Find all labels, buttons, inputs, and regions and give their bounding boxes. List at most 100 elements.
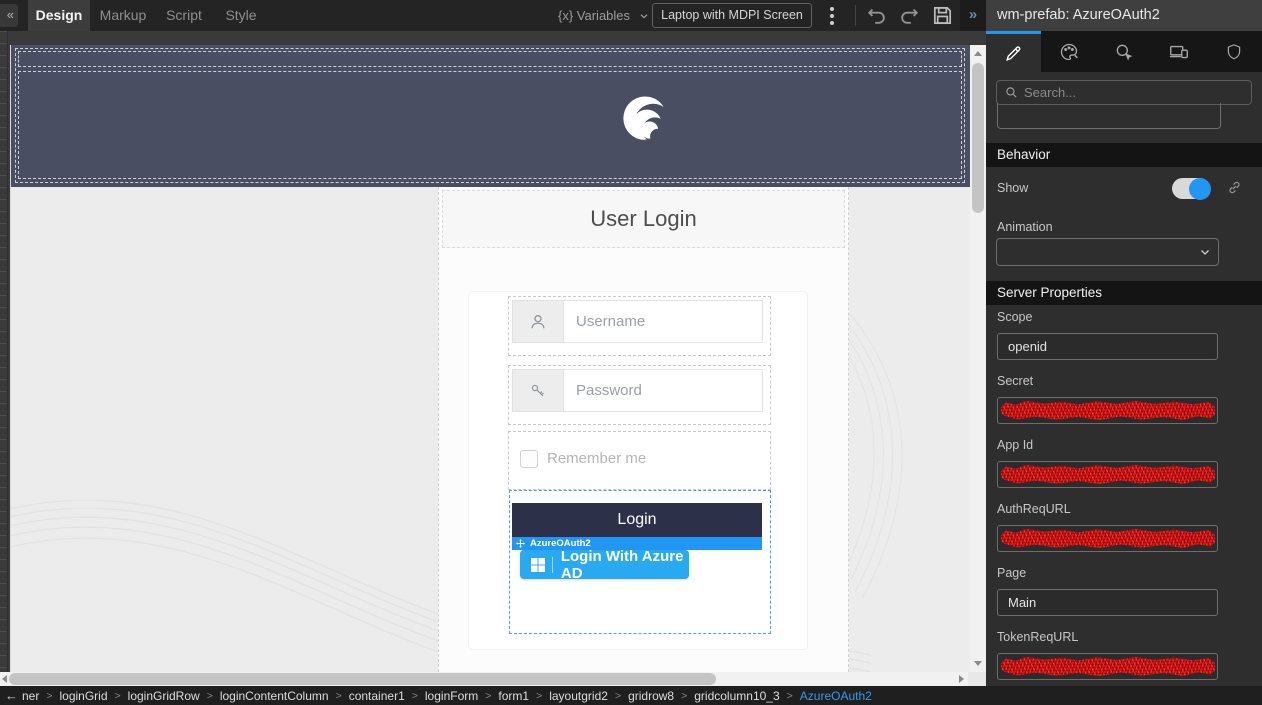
clipped-property-field[interactable] bbox=[997, 103, 1221, 129]
breadcrumb-item[interactable]: gridrow8 bbox=[628, 689, 674, 703]
vertical-ruler bbox=[0, 31, 8, 672]
breadcrumb-separator: > bbox=[615, 690, 621, 702]
canvas-vscrollbar[interactable] bbox=[970, 45, 986, 672]
field-secret: Secret bbox=[997, 374, 1237, 424]
breadcrumb-separator: > bbox=[536, 690, 542, 702]
collapse-left-icon[interactable]: « bbox=[0, 4, 18, 27]
tab-markup[interactable]: Markup bbox=[92, 0, 154, 31]
tab-inspect-icon[interactable] bbox=[1096, 31, 1151, 72]
field-authrequrl: AuthReqURL bbox=[997, 502, 1237, 552]
redaction-scribble bbox=[1001, 529, 1215, 548]
redaction-scribble bbox=[1001, 465, 1215, 484]
password-row[interactable]: Password bbox=[512, 369, 763, 412]
tokenrequrl-input[interactable] bbox=[997, 653, 1218, 680]
redo-icon[interactable] bbox=[898, 4, 922, 28]
authrequrl-input[interactable] bbox=[997, 525, 1218, 552]
tab-devices-icon[interactable] bbox=[1152, 31, 1207, 72]
show-label: Show bbox=[997, 181, 1028, 195]
page-artboard[interactable]: User Login Username bbox=[10, 45, 970, 672]
kebab-menu-icon[interactable] bbox=[830, 7, 834, 28]
tab-styles-palette-icon[interactable] bbox=[1041, 31, 1096, 72]
remember-me-label: Remember me bbox=[547, 450, 646, 467]
breadcrumb-item[interactable]: container1 bbox=[349, 689, 405, 703]
breadcrumb-separator: > bbox=[681, 690, 687, 702]
login-button[interactable]: Login bbox=[512, 503, 762, 537]
username-row[interactable]: Username bbox=[512, 300, 763, 343]
search-icon bbox=[1005, 86, 1018, 99]
breadcrumb-item[interactable]: loginGridRow bbox=[128, 689, 200, 703]
toolbar-divider bbox=[855, 5, 856, 26]
tab-style[interactable]: Style bbox=[214, 0, 268, 31]
breadcrumb-item-active[interactable]: AzureOAuth2 bbox=[800, 689, 872, 703]
undo-icon[interactable] bbox=[866, 4, 890, 28]
user-icon bbox=[512, 300, 564, 343]
expand-panel-icon[interactable]: » bbox=[960, 0, 986, 31]
bind-link-icon[interactable] bbox=[1227, 180, 1242, 200]
breadcrumb-item[interactable]: form1 bbox=[498, 689, 529, 703]
page-input[interactable] bbox=[997, 589, 1218, 616]
azure-ad-login-button[interactable]: Login With Azure AD bbox=[520, 550, 689, 579]
variables-dropdown[interactable]: {x} Variables bbox=[558, 0, 649, 31]
show-toggle[interactable] bbox=[1172, 178, 1210, 199]
microsoft-windows-icon bbox=[531, 558, 545, 572]
studio-window: « Design Markup Script Style {x} Variabl… bbox=[0, 0, 1262, 705]
breadcrumb-item[interactable]: loginGrid bbox=[59, 689, 107, 703]
variables-label: {x} Variables bbox=[558, 8, 630, 23]
azure-button-label: Login With Azure AD bbox=[561, 548, 689, 582]
move-handle-icon[interactable] bbox=[516, 539, 525, 548]
breadcrumb-separator: > bbox=[115, 690, 121, 702]
username-field[interactable]: Username bbox=[564, 300, 763, 343]
breadcrumb-separator: > bbox=[207, 690, 213, 702]
panel-tab-bar bbox=[986, 31, 1262, 72]
canvas-hscrollbar[interactable] bbox=[0, 672, 968, 686]
scope-input[interactable] bbox=[997, 333, 1218, 360]
page-title[interactable]: User Login bbox=[442, 190, 845, 248]
section-behavior: Behavior bbox=[986, 143, 1262, 167]
tab-security-shield-icon[interactable] bbox=[1207, 31, 1262, 72]
remember-me-checkbox[interactable] bbox=[520, 450, 538, 468]
key-icon bbox=[512, 369, 564, 412]
panel-title: wm-prefab: AzureOAuth2 bbox=[986, 0, 1262, 31]
breadcrumb-item[interactable]: loginContentColumn bbox=[220, 689, 329, 703]
properties-panel: wm-prefab: AzureOAuth2 bbox=[986, 0, 1262, 705]
breadcrumb-separator: > bbox=[485, 690, 491, 702]
tab-design[interactable]: Design bbox=[28, 0, 90, 31]
breadcrumb-separator: > bbox=[787, 690, 793, 702]
search-input[interactable] bbox=[1024, 85, 1224, 100]
vscroll-thumb[interactable] bbox=[972, 63, 984, 213]
scroll-right-icon[interactable] bbox=[959, 675, 964, 683]
header-top-strip[interactable] bbox=[18, 51, 962, 67]
save-icon[interactable] bbox=[931, 4, 955, 28]
breadcrumb-separator: > bbox=[336, 690, 342, 702]
scrollbar-corner bbox=[968, 672, 986, 686]
redaction-scribble bbox=[1001, 657, 1215, 676]
wavemaker-wave-logo-icon bbox=[617, 92, 675, 150]
scroll-down-icon[interactable] bbox=[974, 661, 982, 666]
scroll-up-icon[interactable] bbox=[974, 51, 982, 56]
field-tokenrequrl: TokenReqURL bbox=[997, 630, 1237, 680]
field-scope: Scope bbox=[997, 310, 1237, 360]
app-id-input[interactable] bbox=[997, 461, 1218, 488]
animation-select[interactable] bbox=[996, 238, 1219, 266]
page-header-widget[interactable] bbox=[11, 45, 971, 187]
scroll-left-icon[interactable] bbox=[2, 675, 7, 683]
breadcrumb-item[interactable]: gridcolumn10_3 bbox=[694, 689, 779, 703]
hscroll-thumb[interactable] bbox=[9, 673, 716, 685]
tab-properties-pencil-icon[interactable] bbox=[986, 31, 1041, 72]
device-selector[interactable]: Laptop with MDPI Screen bbox=[652, 3, 812, 28]
back-arrow-icon[interactable]: ← bbox=[5, 688, 18, 703]
show-property-row: Show bbox=[997, 178, 1251, 202]
tab-script[interactable]: Script bbox=[156, 0, 212, 31]
password-field[interactable]: Password bbox=[564, 369, 763, 412]
section-server-properties: Server Properties bbox=[986, 281, 1262, 305]
header-band[interactable] bbox=[18, 71, 962, 179]
secret-input[interactable] bbox=[997, 397, 1218, 424]
chevron-down-icon bbox=[639, 1, 649, 32]
animation-label: Animation bbox=[997, 220, 1053, 234]
page-body: User Login Username bbox=[11, 187, 971, 672]
breadcrumb-item[interactable]: layoutgrid2 bbox=[549, 689, 608, 703]
breadcrumb-item[interactable]: loginForm bbox=[425, 689, 478, 703]
property-search[interactable] bbox=[996, 80, 1252, 105]
design-canvas: User Login Username bbox=[0, 31, 986, 686]
breadcrumb-item[interactable]: ner bbox=[22, 689, 39, 703]
